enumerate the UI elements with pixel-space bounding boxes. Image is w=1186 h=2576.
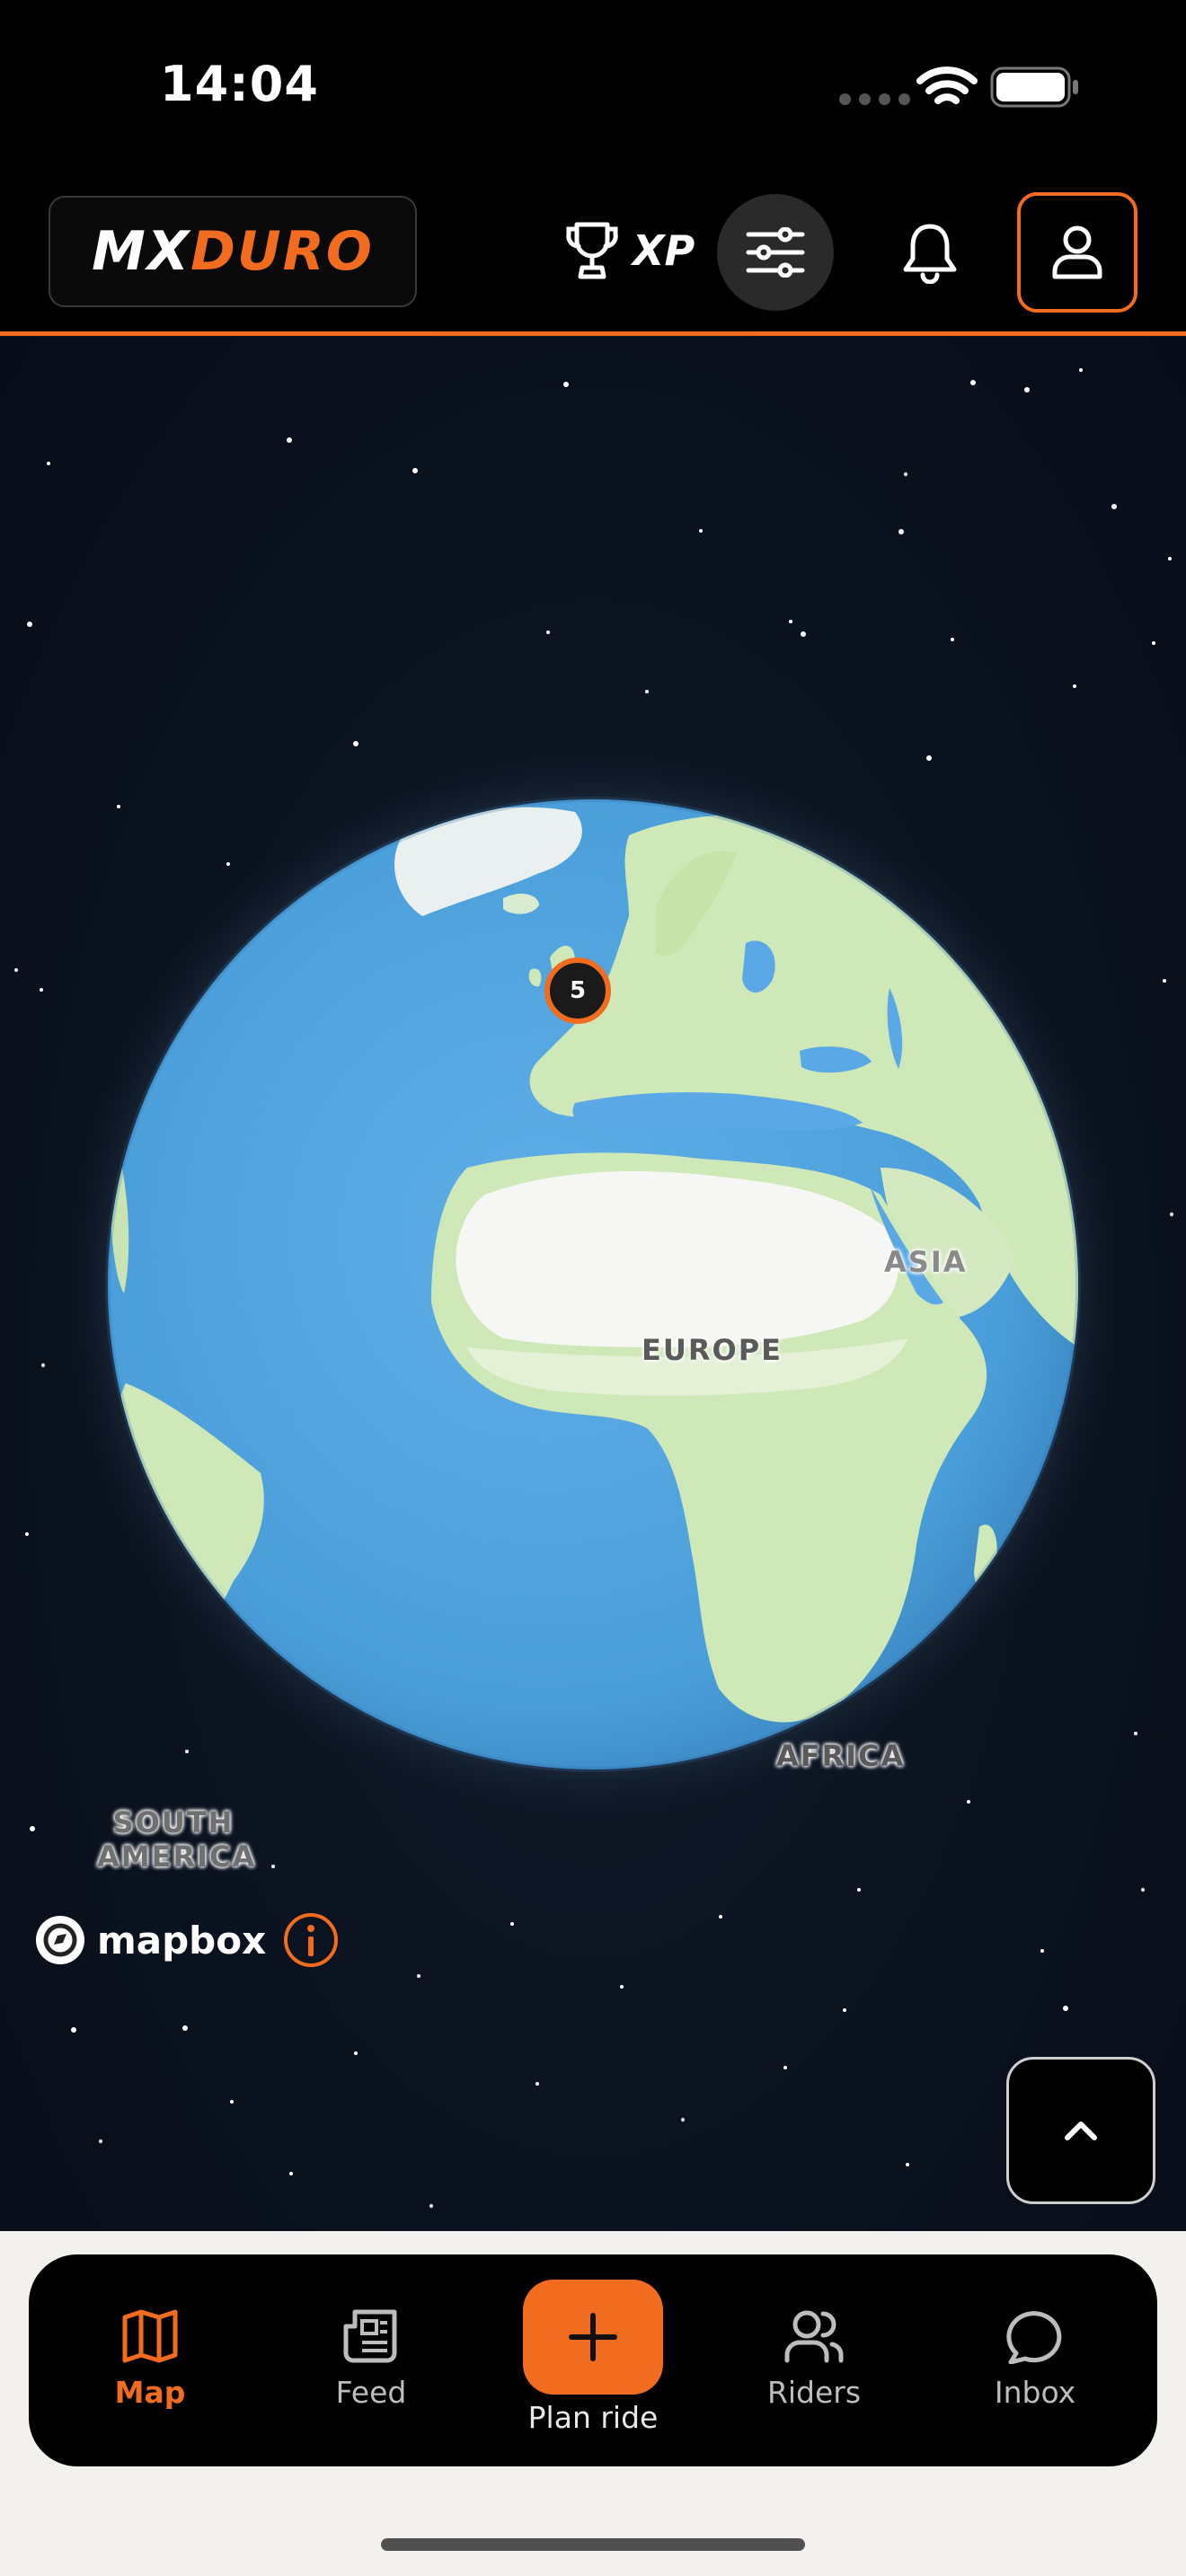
filters-button[interactable]: [717, 194, 834, 311]
mapbox-attribution[interactable]: mapbox: [34, 1911, 340, 1969]
tab-riders[interactable]: Riders: [724, 2308, 904, 2410]
notifications-button[interactable]: [890, 212, 970, 293]
app-logo[interactable]: MX DURO: [49, 196, 417, 307]
tab-inbox[interactable]: Inbox: [945, 2308, 1125, 2410]
tab-riders-label: Riders: [766, 2375, 862, 2410]
xp-button[interactable]: XP: [564, 221, 695, 280]
expand-panel-button[interactable]: [1006, 2057, 1155, 2204]
ride-cluster-marker[interactable]: 5: [544, 957, 611, 1024]
user-icon: [1052, 225, 1102, 279]
mapbox-logo-icon: [36, 1916, 84, 1964]
status-time: 14:04: [160, 56, 319, 112]
label-south-america: SOUTH AMERICA: [97, 1805, 257, 1874]
logo-mx-text: MX: [92, 220, 191, 283]
tab-map[interactable]: Map: [60, 2308, 240, 2410]
plan-ride-label: Plan ride: [527, 2400, 659, 2435]
trophy-icon: [566, 222, 618, 279]
tab-map-label: Map: [114, 2375, 186, 2410]
tab-feed[interactable]: Feed: [281, 2308, 461, 2410]
plus-icon: [569, 2313, 617, 2361]
label-asia: ASIA: [884, 1245, 968, 1279]
battery-icon: [990, 66, 1078, 108]
tab-feed-label: Feed: [335, 2375, 407, 2410]
xp-label: XP: [633, 226, 695, 275]
sliders-icon: [746, 227, 805, 278]
cellular-signal-icon: [839, 93, 910, 105]
tab-inbox-label: Inbox: [994, 2375, 1076, 2410]
label-europe: EUROPE: [642, 1333, 783, 1367]
profile-button[interactable]: [1017, 192, 1137, 313]
home-indicator[interactable]: [381, 2538, 805, 2551]
map-icon: [122, 2309, 178, 2363]
wifi-icon: [916, 66, 978, 104]
mapbox-wordmark: mapbox: [97, 1918, 267, 1963]
label-africa: AFRICA: [776, 1739, 906, 1773]
status-bar: 14:04: [0, 0, 1186, 180]
bell-icon: [903, 224, 957, 284]
logo-duro-text: DURO: [190, 220, 374, 283]
chevron-up-icon: [1065, 2122, 1097, 2140]
info-icon[interactable]: [282, 1911, 340, 1969]
chat-bubble-icon: [1006, 2311, 1062, 2364]
plan-ride-button[interactable]: [523, 2280, 663, 2395]
users-icon: [784, 2310, 844, 2363]
newspaper-icon: [343, 2309, 397, 2363]
